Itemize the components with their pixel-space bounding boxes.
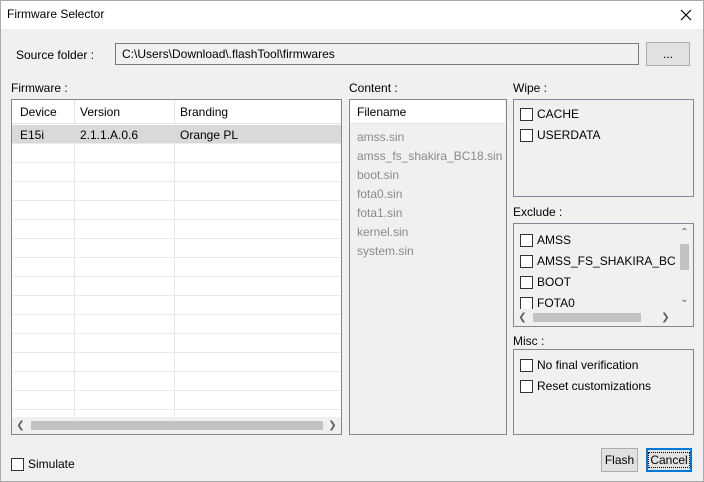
checkbox[interactable] (520, 379, 533, 393)
list-item[interactable]: kernel.sin (357, 225, 408, 239)
cell-branding: Orange PL (180, 128, 239, 142)
empty-row (12, 144, 341, 163)
scroll-right-icon[interactable]: ❯ (324, 417, 341, 434)
empty-row (12, 315, 341, 334)
title-bar: Firmware Selector (1, 1, 703, 29)
misc-option-no-final-verification[interactable]: No final verification (520, 358, 638, 372)
exclude-option-amss[interactable]: AMSS (520, 233, 571, 247)
checkbox-label: CACHE (537, 107, 580, 121)
empty-row (12, 163, 341, 182)
firmware-table-header: Device Version Branding (12, 100, 341, 124)
cancel-button[interactable]: Cancel (646, 448, 692, 472)
browse-button-label: ... (662, 47, 673, 61)
checkbox-label: USERDATA (537, 128, 601, 142)
empty-row (12, 277, 341, 296)
window-title: Firmware Selector (7, 7, 105, 21)
checkbox[interactable] (520, 296, 533, 310)
close-button[interactable] (671, 1, 701, 29)
column-header-branding[interactable]: Branding (180, 105, 228, 119)
checkbox[interactable] (520, 275, 533, 289)
empty-row (12, 182, 341, 201)
scroll-right-icon[interactable]: ❯ (657, 309, 674, 326)
empty-row (12, 353, 341, 372)
checkbox-label: FOTA0 (537, 296, 575, 310)
checkbox[interactable] (520, 358, 533, 372)
exclude-label: Exclude : (513, 205, 563, 219)
list-item[interactable]: amss_fs_shakira_BC18.sin (357, 149, 502, 163)
misc-list: No final verification Reset customizatio… (513, 349, 694, 435)
exclude-vertical-scrollbar[interactable]: ⌃ ⌄ (676, 224, 693, 308)
checkbox[interactable] (520, 107, 533, 121)
firmware-selector-window: Firmware Selector Source folder : C:\Use… (0, 0, 704, 482)
list-item[interactable]: amss.sin (357, 130, 404, 144)
empty-row (12, 296, 341, 315)
firmware-table[interactable]: Device Version Branding E15i 2.1.1.A.0.6… (11, 99, 342, 435)
checkbox-label: BOOT (537, 275, 572, 289)
checkbox[interactable] (11, 457, 24, 471)
list-item[interactable]: fota0.sin (357, 187, 402, 201)
checkbox-label: AMSS (537, 233, 572, 247)
empty-row (12, 239, 341, 258)
exclude-option-fota0[interactable]: FOTA0 (520, 296, 575, 310)
flash-button-label: Flash (604, 453, 635, 467)
empty-row (12, 220, 341, 239)
content-list[interactable]: Filename amss.sin amss_fs_shakira_BC18.s… (349, 99, 507, 435)
exclude-list: AMSS AMSS_FS_SHAKIRA_BC18 BOOT FOTA0 ⌃ ⌄… (513, 223, 694, 327)
scroll-down-icon[interactable]: ⌄ (676, 291, 693, 308)
empty-row (12, 391, 341, 410)
source-folder-label: Source folder : (16, 48, 95, 62)
empty-row (12, 372, 341, 391)
table-row[interactable]: E15i 2.1.1.A.0.6 Orange PL (12, 125, 341, 144)
exclude-option-amss-fs[interactable]: AMSS_FS_SHAKIRA_BC18 (520, 254, 689, 268)
source-folder-field[interactable]: C:\Users\Download\.flashTool\firmwares (115, 43, 639, 65)
checkbox-label: No final verification (537, 358, 639, 372)
browse-button[interactable]: ... (646, 42, 690, 66)
checkbox-label: AMSS_FS_SHAKIRA_BC18 (537, 254, 690, 268)
scroll-left-icon[interactable]: ❮ (514, 309, 531, 326)
column-header-filename[interactable]: Filename (357, 105, 406, 119)
scroll-left-icon[interactable]: ❮ (12, 417, 29, 434)
exclude-horizontal-scrollbar[interactable]: ❮ ❯ (514, 309, 693, 326)
close-icon (680, 9, 692, 21)
cell-device: E15i (20, 128, 45, 142)
scrollbar-thumb[interactable] (31, 421, 323, 430)
wipe-list: CACHE USERDATA (513, 99, 694, 197)
empty-row (12, 258, 341, 277)
simulate-option[interactable]: Simulate (11, 457, 75, 471)
checkbox-label: Reset customizations (537, 379, 652, 393)
wipe-option-userdata[interactable]: USERDATA (520, 128, 601, 142)
wipe-label: Wipe : (513, 81, 548, 95)
exclude-option-boot[interactable]: BOOT (520, 275, 571, 289)
empty-row (12, 201, 341, 220)
horizontal-scrollbar[interactable]: ❮ ❯ (12, 417, 341, 434)
cancel-button-label: Cancel (648, 452, 690, 468)
misc-label: Misc : (513, 334, 545, 348)
checkbox[interactable] (520, 233, 533, 247)
firmware-label: Firmware : (11, 81, 68, 95)
content-list-header: Filename (350, 100, 505, 124)
misc-option-reset-customizations[interactable]: Reset customizations (520, 379, 651, 393)
scrollbar-thumb[interactable] (680, 244, 689, 270)
checkbox[interactable] (520, 128, 533, 142)
checkbox[interactable] (520, 254, 533, 268)
list-item[interactable]: fota1.sin (357, 206, 402, 220)
wipe-option-cache[interactable]: CACHE (520, 107, 579, 121)
scroll-up-icon[interactable]: ⌃ (676, 224, 693, 241)
scrollbar-thumb[interactable] (533, 313, 641, 322)
column-header-device[interactable]: Device (20, 105, 57, 119)
empty-row (12, 334, 341, 353)
content-label: Content : (349, 81, 398, 95)
list-item[interactable]: boot.sin (357, 168, 399, 182)
cell-version: 2.1.1.A.0.6 (80, 128, 139, 142)
flash-button[interactable]: Flash (601, 448, 638, 472)
column-header-version[interactable]: Version (80, 105, 120, 119)
list-item[interactable]: system.sin (357, 244, 414, 258)
checkbox-label: Simulate (28, 457, 75, 471)
